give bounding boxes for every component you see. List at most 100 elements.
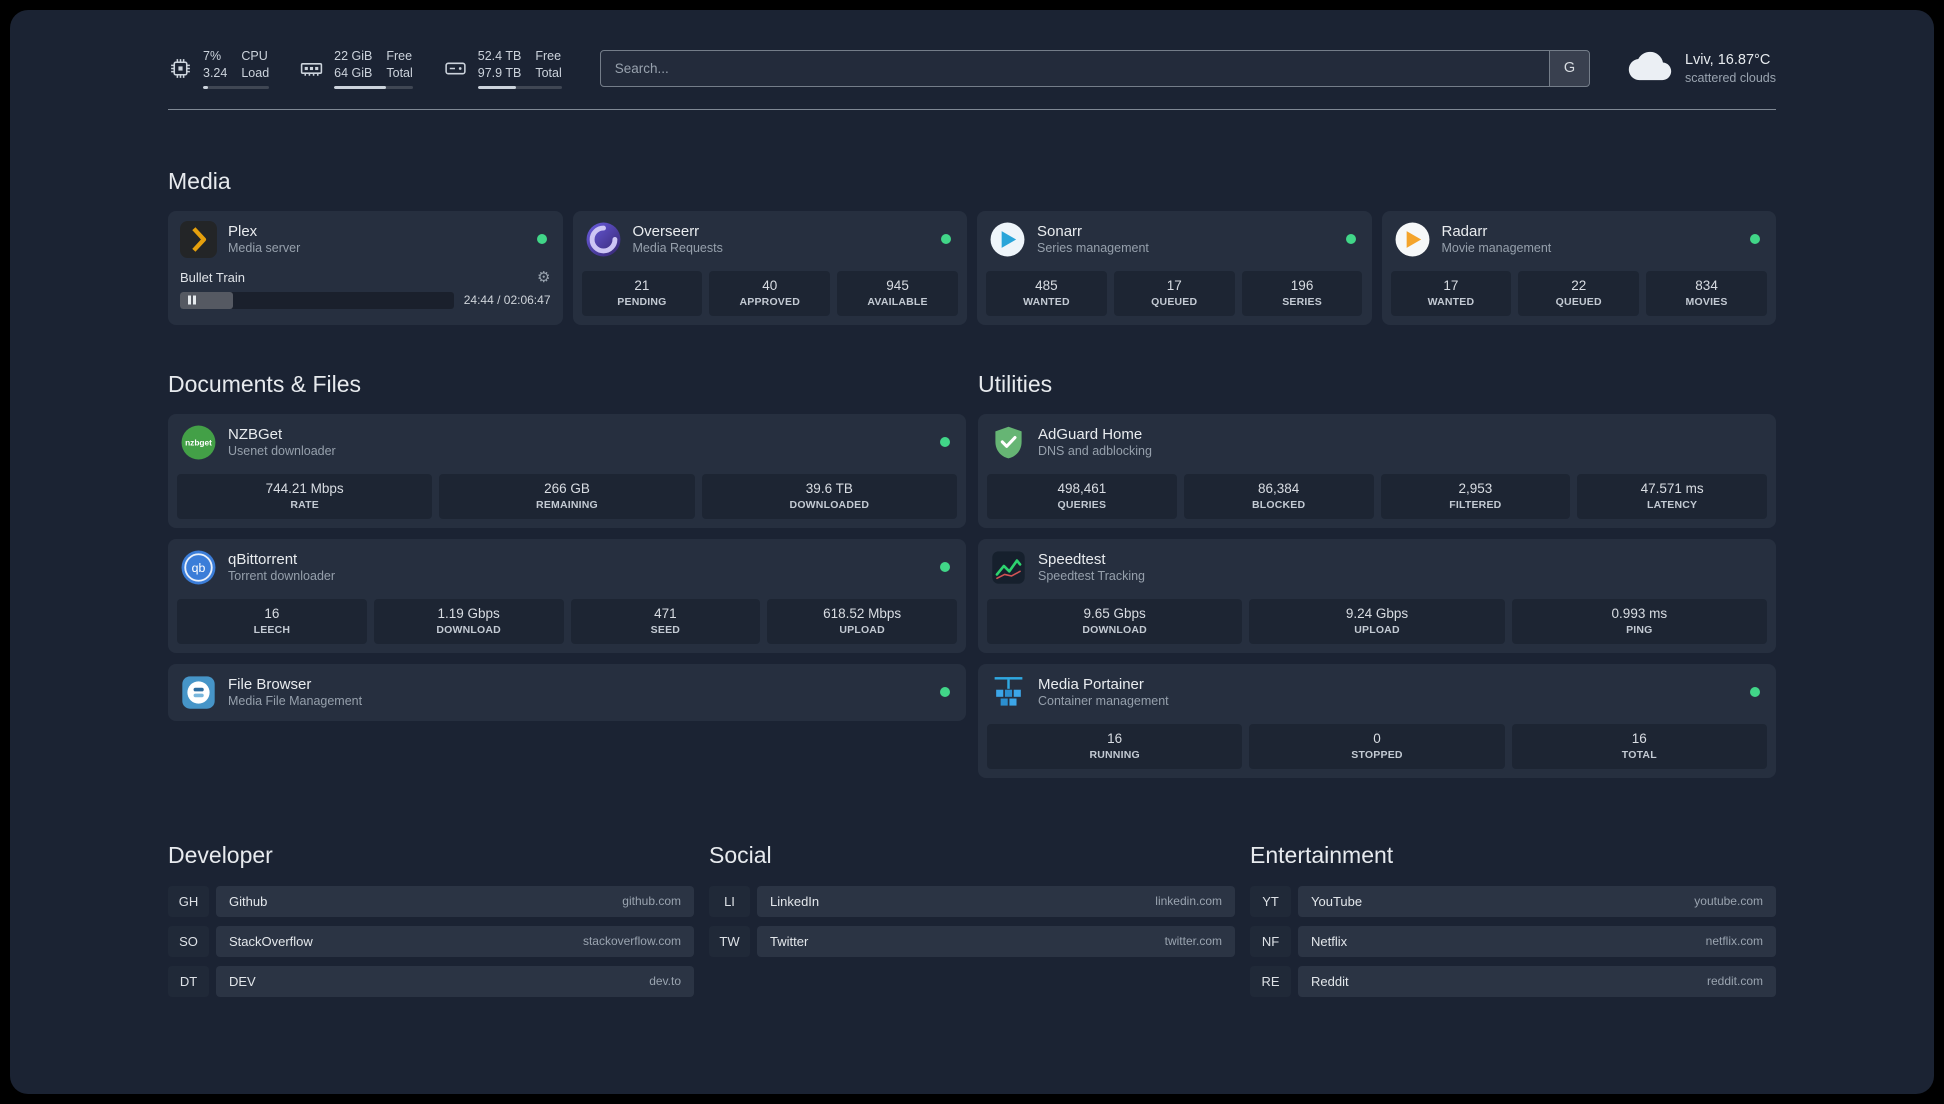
memory-progress-bar — [334, 85, 413, 89]
stat-value: 0 — [1373, 730, 1381, 746]
service-card-radarr[interactable]: Radarr Movie management 17 WANTED 22 QUE… — [1381, 210, 1776, 325]
disk-total-label: Total — [535, 65, 562, 80]
section-title-utilities: Utilities — [978, 370, 1053, 397]
stat-label: PENDING — [617, 295, 667, 308]
stat-label: UPLOAD — [1354, 623, 1400, 636]
cpu-load-label: Load — [241, 65, 270, 80]
stat-value: 16 — [1631, 730, 1647, 746]
stat-value: 498,461 — [1057, 480, 1107, 496]
weather-widget: Lviv, 16.87°C scattered clouds — [1628, 51, 1776, 86]
stat-box: 1.19 Gbps DOWNLOAD — [373, 598, 564, 644]
stat-value: 9.65 Gbps — [1083, 605, 1146, 621]
bookmark-abbr: YT — [1250, 885, 1291, 917]
top-bar: 7% 3.24 CPU Load 22 GiB 64 GiB Free Tota… — [168, 48, 1776, 89]
radarr-icon — [1394, 221, 1431, 258]
bookmark-netflix[interactable]: NF Netflix netflix.com — [1250, 925, 1776, 957]
stat-label: REMAINING — [536, 498, 598, 511]
service-card-portainer[interactable]: Media Portainer Container management 16 … — [978, 663, 1776, 778]
service-subtitle: Container management — [1038, 694, 1169, 709]
bookmark-abbr: RE — [1250, 965, 1291, 997]
service-name: Speedtest — [1038, 551, 1106, 569]
disk-progress-bar — [477, 85, 562, 89]
stat-value: 196 — [1290, 277, 1314, 293]
bookmark-abbr: DT — [168, 965, 209, 997]
stat-box: 17 WANTED — [1390, 270, 1512, 316]
bookmark-github[interactable]: GH Github github.com — [168, 885, 694, 917]
plex-icon — [180, 220, 217, 258]
stat-box: 16 LEECH — [177, 598, 367, 644]
stat-box: 266 GB REMAINING — [439, 473, 695, 519]
section-utilities: Utilities AdGuard Home DNS and adblockin… — [978, 371, 1776, 778]
bookmark-name: DEV — [229, 973, 256, 989]
bookmark-twitter[interactable]: TW Twitter twitter.com — [709, 925, 1235, 957]
bookmark-dev[interactable]: DT DEV dev.to — [168, 965, 694, 997]
stat-value: 9.24 Gbps — [1345, 605, 1409, 621]
playback-time: 24:44 / 02:06:47 — [463, 293, 551, 308]
search-provider-button[interactable]: G — [1548, 50, 1589, 86]
service-subtitle: Media Requests — [632, 241, 723, 256]
service-card-speedtest[interactable]: Speedtest Speedtest Tracking 9.65 Gbps D… — [978, 538, 1776, 653]
gear-icon[interactable]: ⚙ — [537, 270, 550, 285]
stat-box: 945 AVAILABLE — [837, 270, 958, 316]
bookmark-name: LinkedIn — [770, 893, 820, 909]
stat-label: PING — [1626, 623, 1653, 636]
stat-value: 16 — [264, 605, 280, 621]
bookmark-abbr: GH — [168, 885, 209, 917]
stat-label: DOWNLOAD — [436, 623, 501, 636]
memory-total-label: Total — [386, 65, 413, 80]
weather-location: Lviv, 16.87°C — [1684, 51, 1771, 68]
stat-box: 196 SERIES — [1241, 270, 1363, 316]
service-card-overseerr[interactable]: Overseerr Media Requests 21 PENDING 40 A… — [572, 210, 967, 325]
stat-label: AVAILABLE — [867, 295, 928, 308]
service-subtitle: Movie management — [1441, 241, 1552, 256]
status-dot — [1345, 234, 1356, 245]
memory-widget: 22 GiB 64 GiB Free Total — [299, 48, 413, 89]
service-card-sonarr[interactable]: Sonarr Series management 485 WANTED 17 Q… — [977, 210, 1372, 325]
section-developer: Developer GH Github github.com SO StackO… — [168, 842, 694, 997]
service-card-filebrowser[interactable]: File Browser Media File Management — [168, 663, 966, 721]
disk-total-value: 97.9 TB — [477, 65, 522, 80]
bookmark-name: StackOverflow — [229, 933, 313, 949]
service-card-adguard[interactable]: AdGuard Home DNS and adblocking 498,461 … — [978, 413, 1776, 528]
service-card-plex[interactable]: Plex Media server Bullet Train ⚙ 24:44 /… — [168, 210, 563, 325]
service-subtitle: DNS and adblocking — [1038, 444, 1152, 459]
memory-total-value: 64 GiB — [334, 65, 373, 80]
stat-box: 471 SEED — [570, 598, 761, 644]
stat-box: 21 PENDING — [581, 270, 703, 316]
status-dot — [940, 562, 950, 573]
service-card-qbittorrent[interactable]: qb qBittorrent Torrent downloader 16 LEE… — [168, 538, 966, 653]
search-input[interactable] — [600, 50, 1549, 86]
bookmark-reddit[interactable]: RE Reddit reddit.com — [1250, 965, 1776, 997]
stat-box: 22 QUEUED — [1518, 270, 1640, 316]
stat-value: 47.571 ms — [1640, 480, 1704, 496]
filebrowser-icon — [180, 674, 217, 711]
bookmark-abbr: NF — [1250, 925, 1291, 957]
service-name: Overseerr — [632, 223, 700, 241]
bookmark-youtube[interactable]: YT YouTube youtube.com — [1250, 885, 1776, 917]
stat-box: 744.21 Mbps RATE — [177, 473, 433, 519]
cpu-widget: 7% 3.24 CPU Load — [168, 48, 270, 89]
stat-label: RATE — [290, 498, 319, 511]
bookmark-name: Reddit — [1311, 973, 1349, 989]
stat-label: DOWNLOADED — [789, 498, 870, 511]
status-dot — [536, 234, 547, 245]
stat-label: APPROVED — [739, 295, 800, 308]
stat-value: 485 — [1035, 277, 1058, 293]
stat-box: 498,461 QUERIES — [987, 473, 1177, 519]
stat-value: 266 GB — [544, 480, 590, 496]
service-card-nzbget[interactable]: nzbget NZBGet Usenet downloader 744.21 M… — [168, 413, 966, 528]
service-name: Media Portainer — [1038, 676, 1144, 694]
bookmark-linkedin[interactable]: LI LinkedIn linkedin.com — [709, 885, 1235, 917]
stat-label: DOWNLOAD — [1082, 623, 1147, 636]
search-bar[interactable]: G — [599, 49, 1590, 87]
bookmark-name: YouTube — [1311, 893, 1363, 909]
stat-value: 1.19 Gbps — [437, 605, 500, 621]
stat-box: 834 MOVIES — [1646, 270, 1767, 316]
section-media: Media Plex Media server Bullet Train ⚙ 2… — [168, 168, 1776, 325]
bookmark-abbr: SO — [168, 925, 209, 957]
nzbget-icon: nzbget — [180, 424, 217, 461]
stat-value: 744.21 Mbps — [265, 480, 344, 496]
stat-label: RUNNING — [1089, 748, 1140, 761]
service-subtitle: Series management — [1037, 241, 1149, 256]
bookmark-stackoverflow[interactable]: SO StackOverflow stackoverflow.com — [168, 925, 694, 957]
